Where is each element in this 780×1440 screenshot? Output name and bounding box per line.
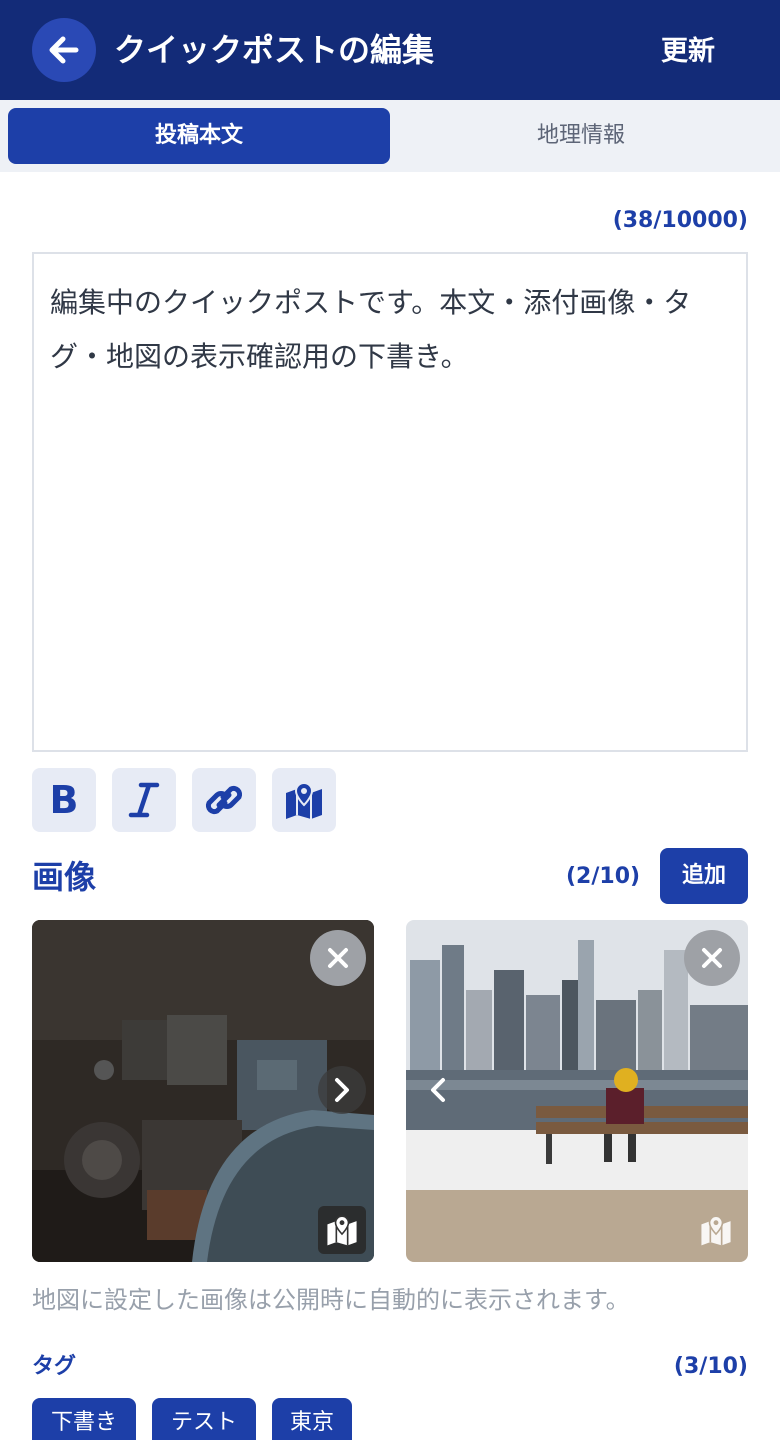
map-set-badge-1[interactable]: [318, 1206, 366, 1254]
post-body-textarea[interactable]: 編集中のクイックポストです。本文・添付画像・タグ・地図の表示確認用の下書き。: [32, 252, 748, 752]
tag-chip-draft[interactable]: 下書き: [32, 1398, 136, 1440]
next-image-button[interactable]: [318, 1066, 366, 1114]
tag-chip-test[interactable]: テスト: [152, 1398, 256, 1440]
tab-geo-info[interactable]: 地理情報: [390, 108, 772, 164]
image-count: (2/10): [566, 864, 641, 889]
tags-section-title: タグ: [32, 1354, 77, 1379]
app-header: クイックポストの編集 更新: [0, 0, 780, 100]
back-button[interactable]: [32, 18, 96, 82]
update-button[interactable]: 更新: [640, 26, 736, 78]
remove-image-1-button[interactable]: [310, 930, 366, 986]
tab-bar: 投稿本文 地理情報: [0, 100, 780, 172]
images-section-title: 画像: [32, 858, 97, 896]
map-pin-icon: [701, 1215, 731, 1246]
map-pin-icon: [327, 1215, 357, 1246]
image-thumbnail-1[interactable]: [32, 920, 374, 1262]
map-button[interactable]: [272, 768, 336, 832]
link-icon: [205, 785, 243, 815]
remove-image-2-button[interactable]: [684, 930, 740, 986]
italic-button[interactable]: [112, 768, 176, 832]
close-icon: [328, 948, 348, 968]
map-set-badge-2[interactable]: [692, 1206, 740, 1254]
tag-count: (3/10): [673, 1354, 748, 1379]
italic-icon: [128, 782, 160, 818]
chevron-right-icon: [335, 1078, 349, 1102]
bold-button[interactable]: B: [32, 768, 96, 832]
tag-chip-tokyo[interactable]: 東京: [272, 1398, 352, 1440]
bold-icon: B: [49, 778, 79, 822]
add-image-button[interactable]: 追加: [660, 848, 748, 904]
close-icon: [702, 948, 722, 968]
tab-post-body[interactable]: 投稿本文: [8, 108, 390, 164]
map-icon: [286, 781, 322, 819]
char-count: (38/10000): [612, 208, 748, 233]
image-thumbnail-2[interactable]: [406, 920, 748, 1262]
previous-image-button[interactable]: [414, 1066, 462, 1114]
link-button[interactable]: [192, 768, 256, 832]
map-image-hint: 地図に設定した画像は公開時に自動的に表示されます。: [32, 1286, 630, 1314]
page-title: クイックポストの編集: [114, 31, 435, 69]
arrow-left-icon: [49, 36, 79, 64]
chevron-left-icon: [431, 1078, 445, 1102]
